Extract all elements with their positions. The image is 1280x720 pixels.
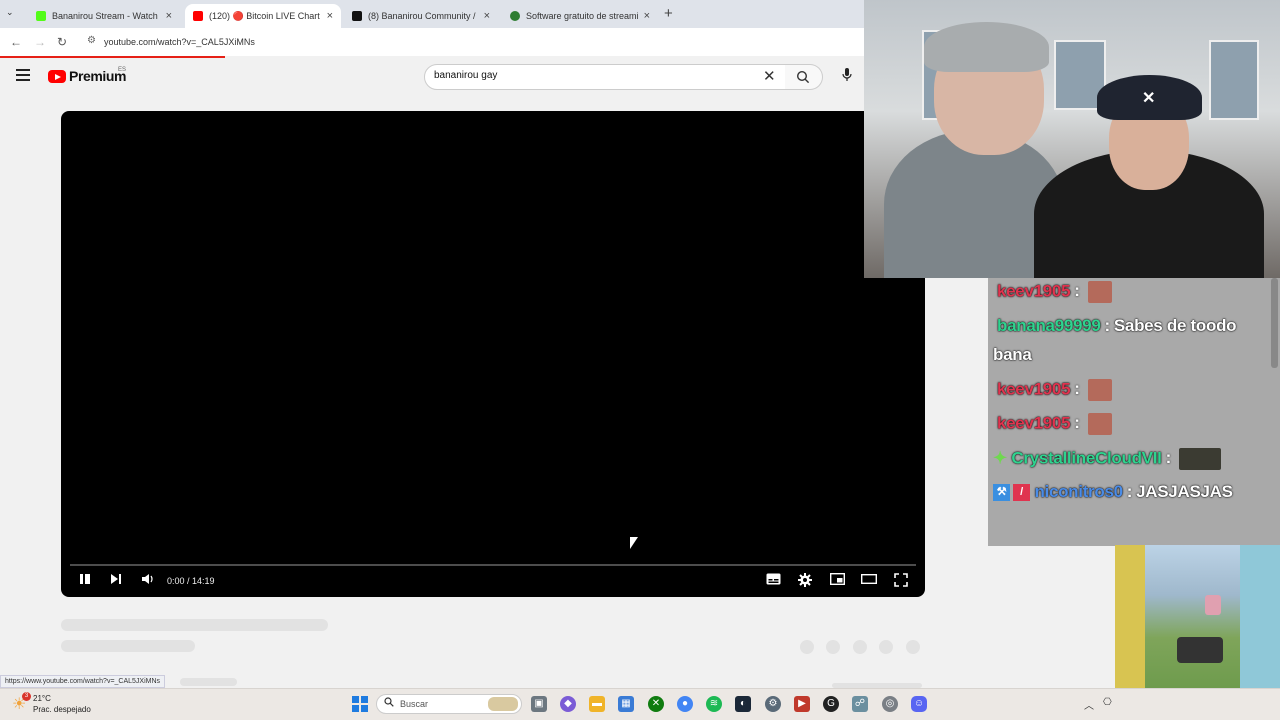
chat-scrollbar[interactable]: [1271, 278, 1278, 368]
microphone-icon[interactable]: [838, 68, 856, 86]
chat-message: keev1905:: [997, 281, 1112, 303]
cap-icon: [924, 22, 1049, 72]
weather-temperature[interactable]: 21°C: [33, 694, 51, 703]
moderator-badge-icon: ⚒: [993, 484, 1010, 502]
back-arrow-icon[interactable]: ←: [10, 35, 22, 49]
miniplayer-icon[interactable]: [829, 572, 846, 588]
golf-cart: [1177, 637, 1223, 663]
action-skeleton: [853, 640, 867, 654]
network-app-icon[interactable]: ☍: [852, 696, 868, 712]
copilot-icon[interactable]: ◆: [560, 696, 576, 712]
game-overlay: [1115, 545, 1280, 688]
obs-favicon-icon: [510, 11, 520, 21]
discord-icon[interactable]: ☺: [911, 696, 927, 712]
action-skeleton: [826, 640, 840, 654]
video-player[interactable]: [61, 111, 925, 597]
close-tab-icon[interactable]: ×: [166, 10, 172, 22]
wall: [1240, 545, 1280, 688]
chat-message: ✦ CrystallineCloudVII:: [993, 448, 1221, 470]
steam-icon[interactable]: ◐: [735, 696, 751, 712]
vip-badge-icon: /: [1013, 484, 1030, 502]
chat-message: keev1905:: [997, 379, 1112, 401]
browser-tab[interactable]: Software gratuito de streaming ×: [502, 4, 658, 28]
pink-object: [1205, 595, 1221, 615]
emote-icon: [1087, 281, 1112, 303]
settings-gear-icon[interactable]: [798, 573, 812, 590]
video-progress-bar[interactable]: [70, 564, 916, 566]
youtube-logo-icon[interactable]: [48, 70, 66, 83]
content-skeleton: [180, 678, 237, 686]
reload-icon[interactable]: ↻: [57, 35, 67, 49]
browser-tab[interactable]: (8) Bananirou Community / X ×: [344, 4, 498, 28]
fullscreen-icon[interactable]: [894, 573, 908, 590]
action-skeleton: [906, 640, 920, 654]
close-tab-icon[interactable]: ×: [644, 10, 650, 22]
chat-message-continuation: bana: [993, 345, 1032, 364]
task-view-icon[interactable]: ▣: [531, 696, 547, 712]
tray-app-icon[interactable]: ⎔: [1103, 697, 1112, 708]
search-icon: [384, 697, 394, 710]
site-info-icon[interactable]: ⚙: [87, 35, 96, 46]
weather-badge: 3: [22, 692, 31, 701]
volume-icon[interactable]: [141, 573, 155, 588]
browser-tab[interactable]: Bananirou Stream - Watch Live ×: [28, 4, 180, 28]
forward-arrow-icon[interactable]: →: [34, 35, 46, 49]
chat-message: ⚒ / niconitros0: JASJASJAS: [993, 482, 1233, 502]
file-explorer-icon[interactable]: ▬: [589, 696, 605, 712]
chrome-icon[interactable]: ●: [677, 696, 693, 712]
youtube-favicon-icon: [193, 11, 203, 21]
mouse-cursor-icon: [630, 537, 638, 549]
theater-mode-icon[interactable]: [860, 573, 878, 588]
opera-gx-icon[interactable]: ◎: [882, 696, 898, 712]
ny-logo-icon: ✕: [1142, 88, 1156, 107]
chat-message: banana99999: Sabes de toodo: [997, 316, 1237, 335]
video-time: 0:00 / 14:19: [167, 576, 215, 586]
new-tab-button[interactable]: +: [664, 5, 673, 22]
pause-icon[interactable]: [79, 573, 91, 588]
subtitle-skeleton: [61, 640, 195, 652]
gaming-app-icon[interactable]: G: [823, 696, 839, 712]
obs-replay-icon[interactable]: ▶: [794, 696, 810, 712]
emote-icon: [1178, 448, 1221, 470]
webcam-overlay: ✕: [864, 0, 1280, 278]
clear-search-icon[interactable]: ✕: [763, 67, 776, 85]
search-button[interactable]: [785, 64, 823, 90]
emote-icon: [1087, 413, 1112, 435]
system-tray-chevron-icon[interactable]: ︿: [1084, 697, 1094, 712]
search-highlight-icon: [488, 697, 518, 711]
close-tab-icon[interactable]: ×: [327, 10, 333, 22]
menu-icon[interactable]: [16, 69, 30, 84]
action-skeleton: [879, 640, 893, 654]
windows-start-icon[interactable]: [352, 696, 368, 712]
subtitles-icon[interactable]: [766, 573, 781, 588]
xbox-icon[interactable]: ✕: [648, 696, 664, 712]
status-bar-url: https://www.youtube.com/watch?v=_CAL5JXi…: [0, 675, 166, 688]
region-code: ES: [118, 67, 127, 73]
sparkle-badge-icon: ✦: [993, 448, 1007, 468]
taskbar-search-placeholder: Buscar: [400, 699, 429, 709]
spotify-icon[interactable]: ≋: [706, 696, 722, 712]
url-field[interactable]: youtube.com/watch?v=_CAL5JXiMNs: [104, 37, 255, 47]
x-favicon-icon: [352, 11, 362, 21]
chat-message: keev1905:: [997, 413, 1112, 435]
weather-condition[interactable]: Prac. despejado: [33, 705, 91, 714]
title-skeleton: [61, 619, 328, 631]
emote-icon: [1087, 379, 1112, 401]
window-frame: [1209, 40, 1259, 120]
next-video-icon[interactable]: [110, 573, 122, 588]
settings-icon[interactable]: ⚙: [765, 696, 781, 712]
search-icon: [796, 70, 810, 84]
close-tab-icon[interactable]: ×: [484, 10, 490, 22]
action-skeleton: [800, 640, 814, 654]
browser-tab-active[interactable]: (120) 🔴 Bitcoin LIVE Chart & L ×: [185, 4, 341, 28]
kick-favicon-icon: [36, 11, 46, 21]
wall: [1115, 545, 1145, 688]
tab-search-icon[interactable]: ⌄: [6, 7, 14, 18]
search-input-value: bananirou gay: [434, 70, 498, 81]
microsoft-store-icon[interactable]: ▦: [618, 696, 634, 712]
